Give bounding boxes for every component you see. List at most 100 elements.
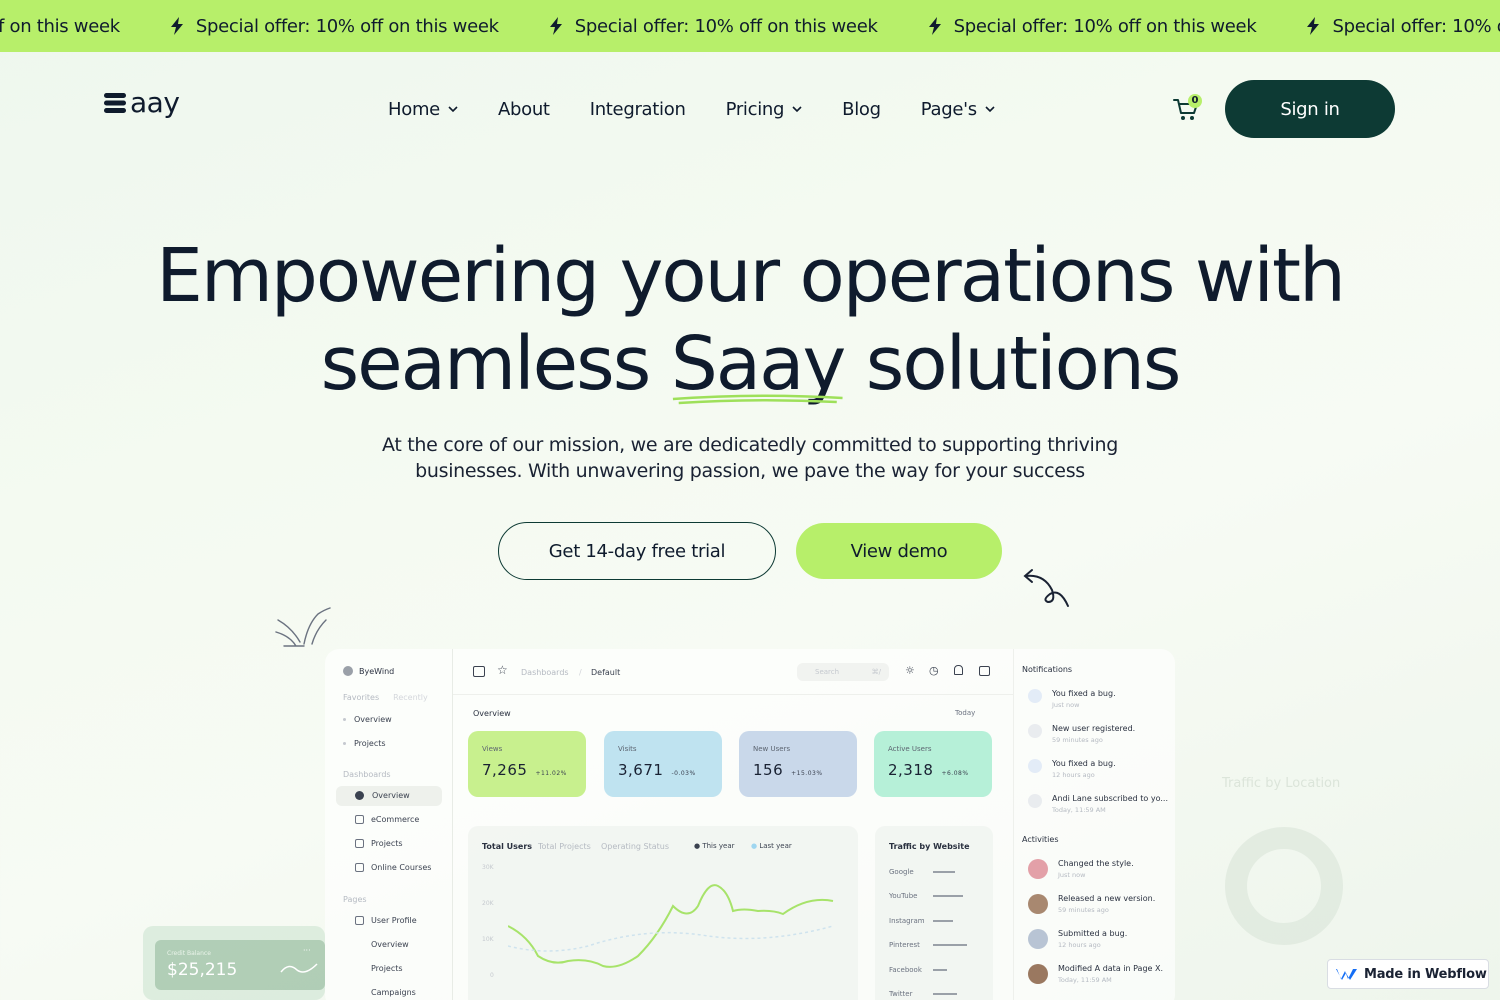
promo-ticker: er: 10% off on this week Special offer: … <box>0 0 1500 52</box>
nav-home-label: Home <box>388 98 440 120</box>
nav-integration-label: Integration <box>589 98 686 120</box>
webflow-logo-icon <box>1336 969 1357 980</box>
legend-label: Last year <box>759 842 792 850</box>
avatar <box>1028 859 1048 879</box>
hero-title-highlight: Saay <box>671 320 846 408</box>
main-nav: Home About Integration Pricing Blog Page… <box>388 96 1035 122</box>
nav-pages[interactable]: Page's <box>921 99 995 120</box>
breadcrumb-default: Default <box>591 668 621 677</box>
nav-pricing-label: Pricing <box>725 98 785 120</box>
sidebar-fav-label: Overview <box>354 715 392 724</box>
donut-chart-icon <box>1225 827 1343 945</box>
traffic-site: Twitter <box>889 990 913 998</box>
sidebar-dash-item: Projects <box>355 839 403 848</box>
activity-title: Modified A data in Page X. <box>1058 964 1164 973</box>
chevron-down-icon <box>448 105 458 112</box>
sidebar-section-dashboards: Dashboards <box>343 770 391 779</box>
avatar <box>1028 929 1048 949</box>
y-tick: 30K <box>482 864 494 871</box>
stat-value-row: 156 +15.03% <box>753 761 843 779</box>
stat-delta: +6.08% <box>941 770 969 777</box>
webflow-badge[interactable]: Made in Webflow <box>1327 959 1489 989</box>
sidebar-fav-item: Projects <box>343 739 386 748</box>
folder-icon <box>355 839 364 848</box>
nav-about-label: About <box>497 98 550 120</box>
nav-about[interactable]: About <box>498 99 550 120</box>
legend-last-year: ● Last year <box>751 842 792 850</box>
nav-pages-label: Page's <box>920 98 977 120</box>
stat-value: 156 <box>753 761 784 779</box>
hero-title: Empowering your operations with seamless… <box>0 232 1500 408</box>
y-tick: 10K <box>482 936 494 943</box>
notification-time: 59 minutes ago <box>1052 736 1103 744</box>
ticker-track: er: 10% off on this week Special offer: … <box>0 0 1500 52</box>
nav-pricing[interactable]: Pricing <box>726 99 803 120</box>
stat-card: New Users 156 +15.03% <box>739 731 857 797</box>
traffic-bar <box>933 871 955 873</box>
sidebar-page-sub: Projects <box>371 964 403 973</box>
stat-delta: +15.03% <box>791 770 823 777</box>
nav-integration[interactable]: Integration <box>590 99 686 120</box>
view-demo-button[interactable]: View demo <box>796 523 1002 579</box>
users-line-chart <box>508 884 834 968</box>
ticker-item: Special offer: 10% off <box>1306 16 1500 37</box>
profile-icon <box>355 916 364 925</box>
dashboard-right-panel: Notifications You fixed a bug. Just now N… <box>1013 649 1175 1000</box>
sidebar-dash-label: Overview <box>372 791 410 800</box>
sidebar-tab-favorites: Favorites <box>343 693 380 702</box>
sidebar-dash-item: Online Courses <box>355 863 431 872</box>
dashboard-preview: ByeWind Favorites Recently Overview Proj… <box>325 649 1175 1000</box>
logo-text: aay <box>130 86 180 119</box>
bolt-icon <box>549 17 562 35</box>
notification-item: New user registered. 59 minutes ago <box>1028 724 1135 744</box>
breadcrumb-sep: / <box>579 668 582 677</box>
activity-title: Submitted a bug. <box>1058 929 1128 938</box>
user-icon <box>1028 724 1042 738</box>
free-trial-button[interactable]: Get 14-day free trial <box>498 522 776 580</box>
stat-value: 2,318 <box>888 761 934 779</box>
sidebar-page-sub: Overview <box>371 940 409 949</box>
bug-icon <box>1028 759 1042 773</box>
breadcrumb-dashboards: Dashboards <box>521 668 569 677</box>
more-icon: ··· <box>303 946 311 955</box>
star-icon: ☆ <box>497 663 508 677</box>
activity-title: Changed the style. <box>1058 859 1134 868</box>
logo-s-icon <box>104 92 126 113</box>
traffic-bar <box>933 920 953 922</box>
activities-label: Activities <box>1022 835 1059 844</box>
notification-item: You fixed a bug. Just now <box>1028 689 1116 709</box>
brand-logo[interactable]: aay <box>104 86 180 119</box>
notification-item: Andi Lane subscribed to yo... Today, 11:5… <box>1028 794 1168 814</box>
hero-title-line2-pre: seamless <box>320 321 671 407</box>
bullet-icon <box>343 718 346 721</box>
signin-button[interactable]: Sign in <box>1225 80 1395 138</box>
search-placeholder: Search <box>815 668 840 676</box>
stat-label: Views <box>482 745 503 753</box>
notification-title: New user registered. <box>1052 724 1136 733</box>
sidebar-toggle-icon <box>473 666 485 677</box>
ghost-widget-title: Traffic by Location <box>1222 776 1341 791</box>
notification-time: 12 hours ago <box>1052 771 1095 779</box>
notification-item: You fixed a bug. 12 hours ago <box>1028 759 1116 779</box>
traffic-site: Facebook <box>889 966 922 974</box>
traffic-site: Google <box>889 868 914 876</box>
hero-subtitle-line1: At the core of our mission, we are dedic… <box>381 434 1119 456</box>
nav-home[interactable]: Home <box>388 99 458 120</box>
traffic-card: Traffic by Website Google YouTube Instag… <box>875 826 993 1000</box>
sidebar-dash-label: Online Courses <box>371 863 432 872</box>
chevron-down-icon <box>985 105 995 112</box>
activity-time: Just now <box>1058 871 1086 879</box>
dashboard-user-name: ByeWind <box>359 666 395 676</box>
y-tick: 0 <box>490 972 494 979</box>
traffic-bar <box>933 969 947 971</box>
sidebar-page-label: User Profile <box>371 916 417 925</box>
dashboard-main: Overview Today Views 7,265 +11.02% Visits… <box>453 695 1013 1000</box>
notification-time: Just now <box>1052 701 1080 709</box>
sidebar-dash-item: Overview <box>355 791 410 800</box>
chart-tab-active: Total Users <box>482 842 533 851</box>
stat-value: 7,265 <box>482 761 528 779</box>
sidebar-dash-label: eCommerce <box>371 815 420 824</box>
dashboard-user: ByeWind <box>343 666 394 676</box>
nav-blog[interactable]: Blog <box>842 99 881 120</box>
notification-title: You fixed a bug. <box>1052 759 1116 768</box>
